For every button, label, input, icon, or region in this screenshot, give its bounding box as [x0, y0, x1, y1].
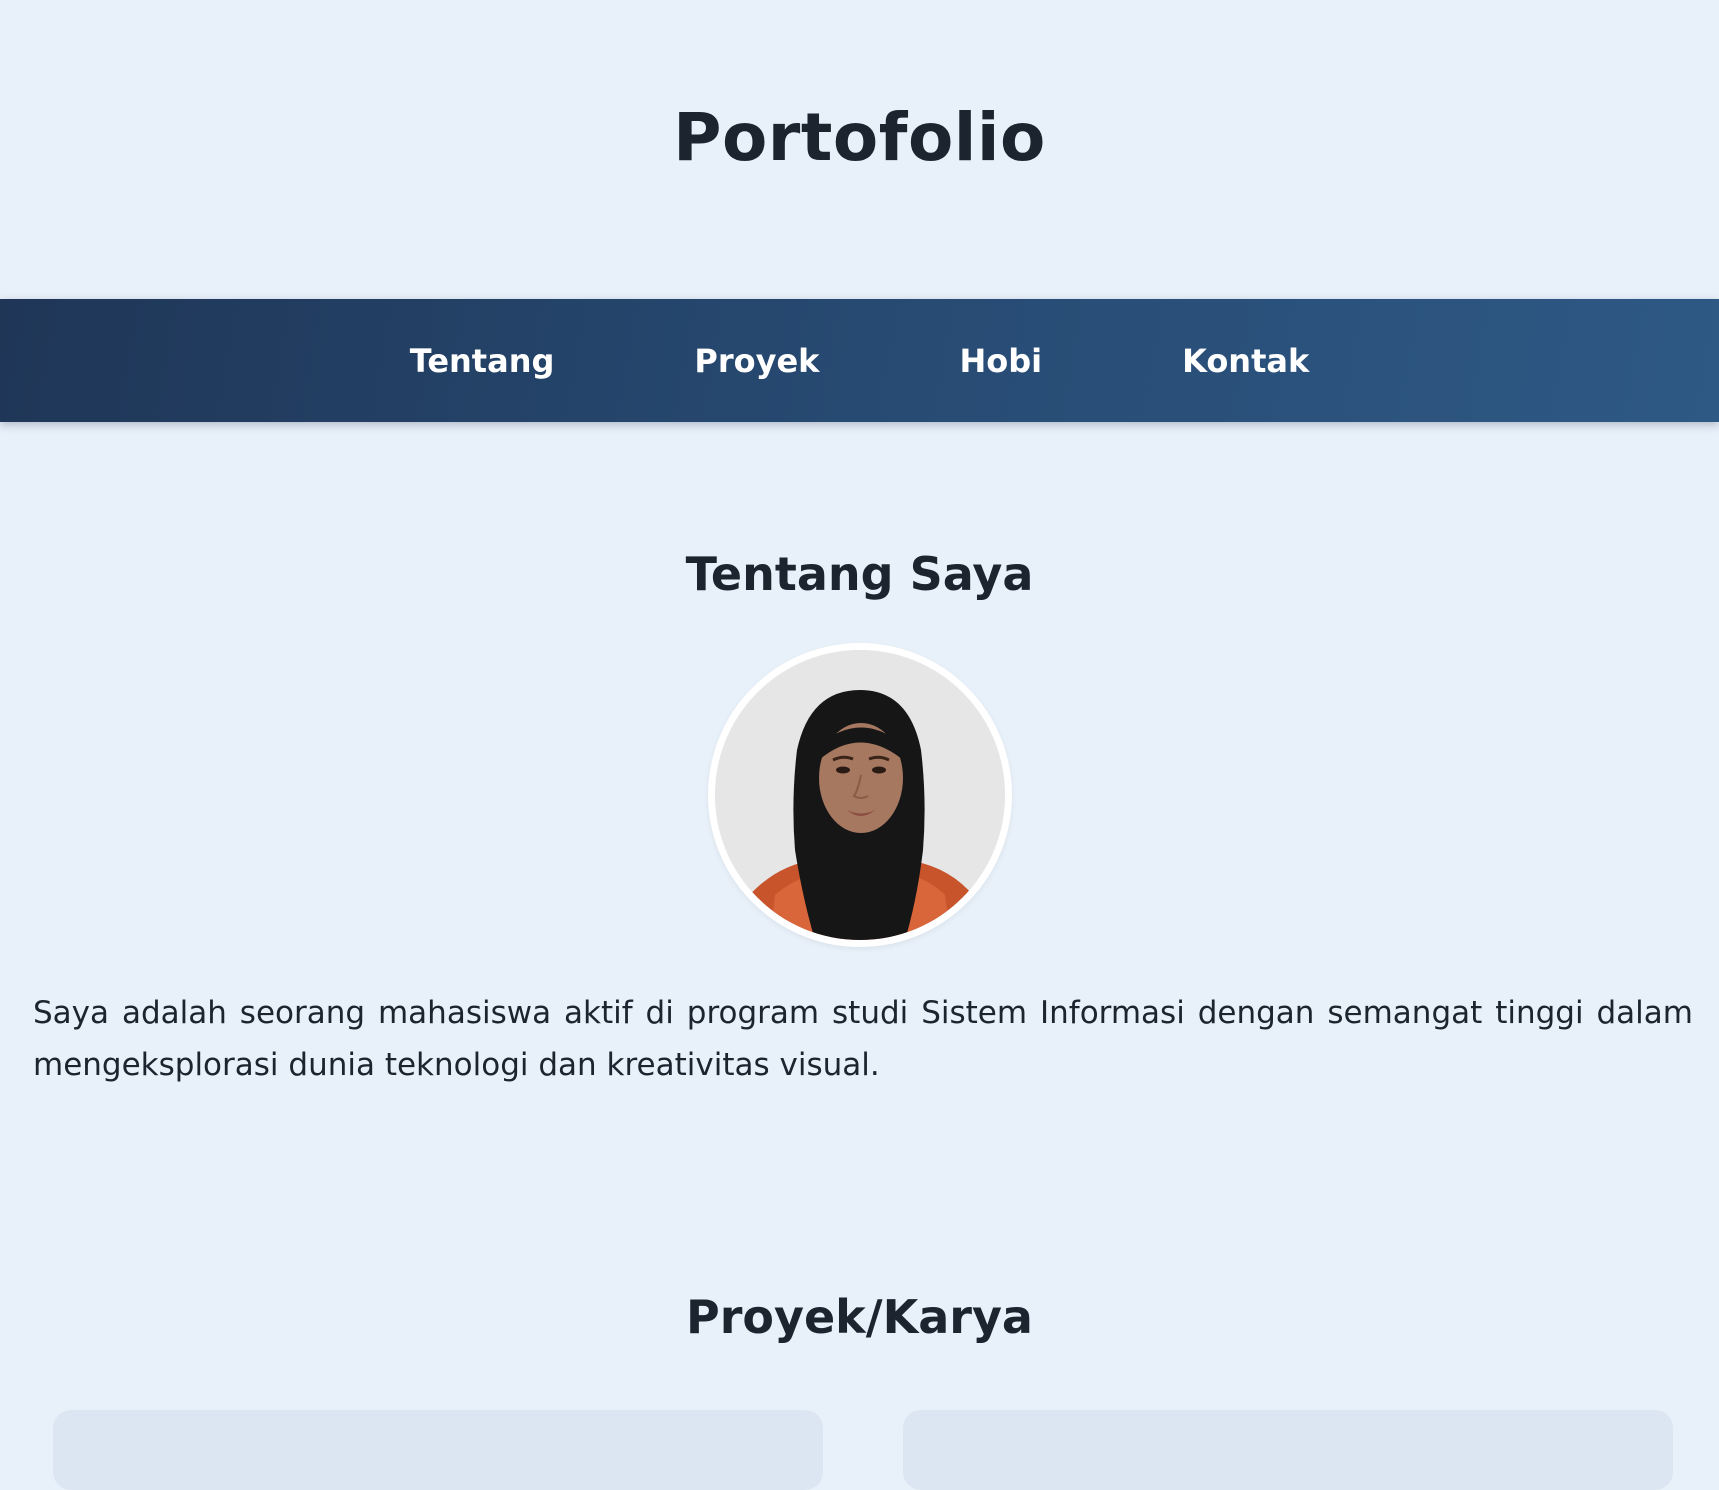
projects-title: Proyek/Karya: [686, 1290, 1033, 1344]
project-cards: [0, 1410, 1719, 1490]
about-description: Saya adalah seorang mahasiswa aktif di p…: [33, 995, 1693, 1083]
profile-photo: [707, 643, 1012, 947]
project-card[interactable]: [53, 1410, 823, 1490]
site-header: Portofolio: [0, 0, 1719, 299]
nav-item-proyek[interactable]: Proyek: [624, 334, 889, 388]
profile-photo-image: [714, 650, 1005, 940]
nav-item-kontak[interactable]: Kontak: [1112, 334, 1379, 388]
nav-item-hobi[interactable]: Hobi: [889, 334, 1112, 388]
page-title: Portofolio: [673, 99, 1046, 176]
project-card[interactable]: [903, 1410, 1673, 1490]
projects-section: Proyek/Karya: [0, 1290, 1719, 1344]
nav-item-tentang[interactable]: Tentang: [340, 334, 625, 388]
main-navbar: Tentang Proyek Hobi Kontak: [0, 299, 1719, 422]
about-section: Tentang Saya Saya adalah seorang mahasis…: [0, 422, 1719, 1091]
about-title: Tentang Saya: [685, 547, 1034, 601]
